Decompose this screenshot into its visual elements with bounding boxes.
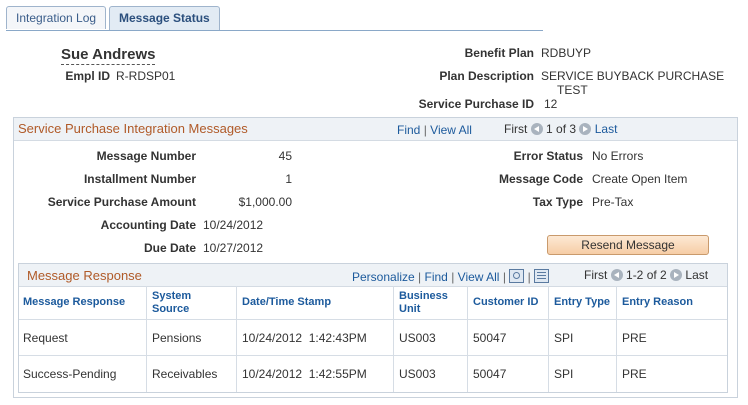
plan-description-line1: SERVICE BUYBACK PURCHASE: [541, 69, 725, 83]
group-header: Service Purchase Integration Messages Fi…: [14, 118, 737, 141]
column-header-line: Business: [399, 290, 448, 302]
separator: |: [502, 270, 506, 284]
message-code-value: Create Open Item: [592, 172, 688, 186]
grid-title: Message Response: [27, 268, 142, 283]
grid-pager: First 1-2 of 2 Last: [584, 268, 708, 282]
previous-arrow-icon[interactable]: [530, 123, 543, 135]
column-header-line: System: [152, 290, 192, 302]
download-grid-icon[interactable]: [534, 269, 550, 283]
benefit-plan-label: Benefit Plan: [464, 46, 534, 60]
pager-range: 1 of 3: [546, 122, 577, 136]
message-number-label: Message Number: [96, 149, 196, 163]
tax-type-value: Pre-Tax: [592, 195, 634, 209]
grid-find-link[interactable]: Find: [425, 270, 448, 284]
separator: |: [423, 123, 427, 137]
service-purchase-id-value: 12: [544, 97, 558, 111]
cell-timestamp: 10/24/2012 1:42:43PM: [242, 331, 367, 345]
error-status-label: Error Status: [513, 149, 583, 163]
accounting-date-value: 10/24/2012: [203, 218, 264, 232]
cell-entry-type: SPI: [554, 331, 574, 345]
column-divider: [236, 286, 237, 392]
separator: |: [527, 270, 531, 284]
column-divider: [467, 286, 468, 392]
empl-id-value: R-RDSP01: [116, 69, 176, 83]
column-divider: [548, 286, 549, 392]
cell-customer-id: 50047: [473, 367, 507, 381]
find-link[interactable]: Find: [397, 123, 420, 137]
resend-message-button[interactable]: Resend Message: [547, 235, 709, 255]
grid-next-arrow-icon[interactable]: [670, 269, 683, 281]
column-header-business-unit[interactable]: Business Unit: [399, 290, 448, 316]
cell-business-unit: US003: [399, 331, 436, 345]
separator: |: [418, 270, 422, 284]
grid-pager-range: 1-2 of 2: [626, 268, 667, 282]
column-header-entry-type[interactable]: Entry Type: [554, 296, 610, 309]
grid-tools: Personalize | Find | View All | |: [352, 269, 550, 284]
tab-bar: Integration Log Message Status: [6, 6, 543, 31]
service-purchase-amount-label: Service Purchase Amount: [47, 195, 196, 209]
service-purchase-id-label: Service Purchase ID: [418, 97, 534, 111]
installment-number-value: 1: [285, 172, 292, 186]
benefit-plan-value: RDBUYP: [541, 46, 592, 60]
cell-entry-type: SPI: [554, 367, 574, 381]
last-link[interactable]: Last: [595, 122, 618, 136]
cell-business-unit: US003: [399, 367, 436, 381]
empl-id-label: Empl ID: [65, 69, 110, 83]
grid-previous-arrow-icon[interactable]: [610, 269, 623, 281]
cell-system-source: Pensions: [152, 331, 202, 345]
column-divider: [146, 286, 147, 392]
separator: |: [451, 270, 455, 284]
column-header-line: Unit: [399, 303, 421, 315]
view-all-link[interactable]: View All: [430, 123, 472, 137]
cell-system-source: Receivables: [152, 367, 218, 381]
service-purchase-amount-value: $1,000.00: [238, 195, 292, 209]
column-header-timestamp[interactable]: Date/Time Stamp: [242, 296, 331, 309]
first-label: First: [504, 122, 528, 136]
grid-first-label: First: [584, 268, 608, 282]
zoom-icon[interactable]: [509, 269, 525, 283]
column-divider: [616, 286, 617, 392]
cell-entry-reason: PRE: [622, 367, 647, 381]
message-number-value: 45: [278, 149, 292, 163]
tab-message-status[interactable]: Message Status: [109, 6, 220, 30]
column-header-customer-id[interactable]: Customer ID: [473, 296, 538, 309]
pager: First 1 of 3 Last: [504, 122, 617, 136]
row-divider: [19, 355, 727, 356]
grid-header: Message Response Personalize | Find | Vi…: [19, 264, 727, 287]
cell-entry-reason: PRE: [622, 331, 647, 345]
column-divider: [393, 286, 394, 392]
next-arrow-icon[interactable]: [579, 123, 592, 135]
due-date-value: 10/27/2012: [203, 241, 264, 255]
message-code-label: Message Code: [498, 172, 583, 186]
column-header-entry-reason[interactable]: Entry Reason: [622, 296, 693, 309]
column-header-message-response[interactable]: Message Response: [23, 296, 125, 309]
group-title: Service Purchase Integration Messages: [18, 121, 248, 136]
accounting-date-label: Accounting Date: [100, 218, 196, 232]
column-header-system-source[interactable]: System Source: [152, 290, 191, 316]
grid-view-all-link[interactable]: View All: [458, 270, 500, 284]
group-navigation: Find | View All: [397, 123, 472, 137]
row-divider: [19, 319, 727, 320]
cell-timestamp: 10/24/2012 1:42:55PM: [242, 367, 367, 381]
cell-message-response: Success-Pending: [23, 367, 117, 381]
due-date-label: Due Date: [143, 241, 196, 255]
cell-customer-id: 50047: [473, 331, 507, 345]
personalize-link[interactable]: Personalize: [352, 270, 415, 284]
cell-message-response: Request: [23, 331, 68, 345]
grid-last-label: Last: [685, 268, 709, 282]
tax-type-label: Tax Type: [532, 195, 583, 209]
employee-name[interactable]: Sue Andrews: [61, 46, 156, 65]
installment-number-label: Installment Number: [83, 172, 196, 186]
plan-description-label: Plan Description: [439, 69, 534, 83]
message-response-grid: Message Response Personalize | Find | Vi…: [18, 263, 728, 393]
column-header-line: Source: [152, 303, 190, 315]
tab-integration-log[interactable]: Integration Log: [6, 6, 107, 29]
error-status-value: No Errors: [592, 149, 644, 163]
plan-description-line2: TEST: [557, 83, 588, 97]
